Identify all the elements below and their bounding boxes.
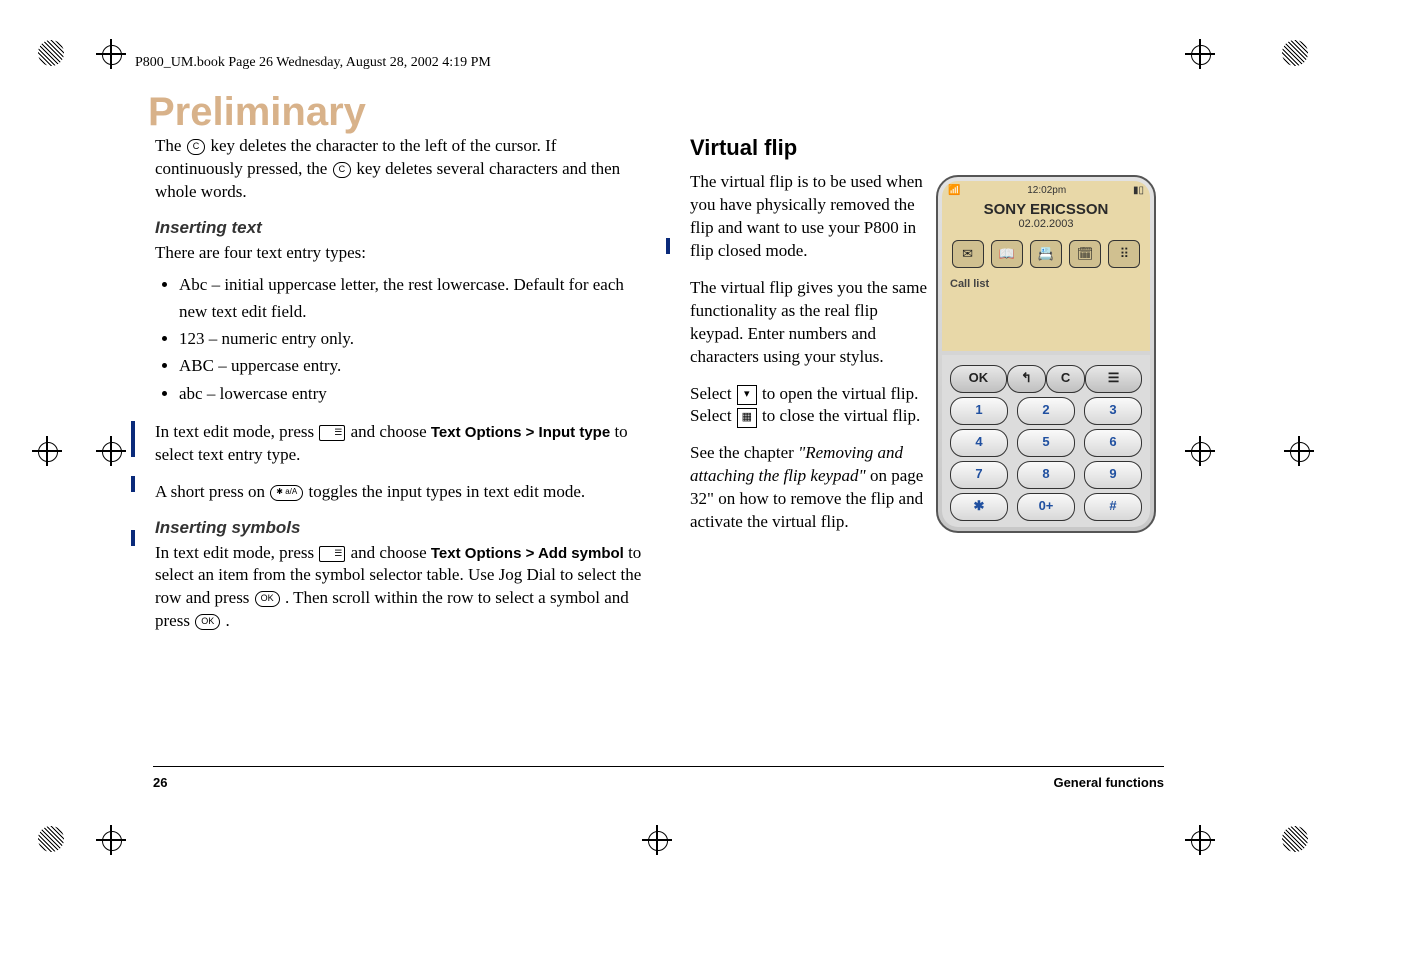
symbols-paragraph: In text edit mode, press ☰ and choose Te… — [155, 542, 645, 634]
apps-icon: ⠿ — [1108, 240, 1140, 268]
list-item: 123 – numeric entry only. — [179, 325, 645, 352]
reg-cross — [96, 436, 126, 466]
text: A short press on — [155, 482, 269, 501]
text: and choose — [351, 422, 431, 441]
calendar-icon: 🗓 — [1069, 240, 1101, 268]
menu-key: ☰ — [1085, 365, 1142, 393]
text: to close the virtual flip. — [762, 406, 920, 425]
reg-cross — [642, 825, 672, 855]
inserting-text-heading: Inserting text — [155, 218, 645, 238]
key-hash: # — [1084, 493, 1142, 521]
menu-key-icon: ☰ — [319, 425, 345, 441]
text: The — [155, 136, 186, 155]
c-key-icon: C — [187, 139, 206, 155]
date-text: 02.02.2003 — [942, 218, 1150, 230]
key-7: 7 — [950, 461, 1008, 489]
key-1: 1 — [950, 397, 1008, 425]
inserting-symbols-heading: Inserting symbols — [155, 518, 645, 538]
virtual-keypad: OK ↰ C ☰ 1 2 3 4 5 6 7 8 9 — [942, 355, 1150, 527]
change-bar — [666, 238, 670, 254]
star-key-icon: ✱ a/A — [270, 485, 303, 501]
menu-path: Text Options > Add symbol — [431, 545, 624, 562]
reg-mark — [38, 826, 64, 852]
page-footer: 26 General functions — [153, 766, 1164, 790]
reg-mark — [38, 40, 64, 66]
reg-cross — [1185, 825, 1215, 855]
inserting-text-intro: There are four text entry types: — [155, 242, 645, 265]
c-key: C — [1046, 365, 1085, 393]
text: and choose — [351, 543, 431, 562]
text: In text edit mode, press — [155, 422, 318, 441]
clock-text: 12:02pm — [1027, 185, 1066, 196]
phone-illustration: 📶 12:02pm ▮▯ SONY ERICSSON 02.02.2003 ✉ … — [936, 175, 1156, 533]
page-number: 26 — [153, 775, 167, 790]
reg-cross — [1284, 436, 1314, 466]
list-item: ABC – uppercase entry. — [179, 352, 645, 379]
change-bar — [131, 530, 135, 546]
back-key: ↰ — [1007, 365, 1046, 393]
menu-path: Text Options > Input type — [431, 424, 610, 441]
mail-icon: ✉ — [952, 240, 984, 268]
reg-cross — [1185, 436, 1215, 466]
list-item: Abc – initial uppercase letter, the rest… — [179, 271, 645, 325]
text: Select — [690, 384, 736, 403]
key-6: 6 — [1084, 429, 1142, 457]
reg-mark — [1282, 826, 1308, 852]
text: In text edit mode, press — [155, 543, 318, 562]
key-9: 9 — [1084, 461, 1142, 489]
key-2: 2 — [1017, 397, 1075, 425]
preliminary-watermark: Preliminary — [148, 90, 366, 135]
key-3: 3 — [1084, 397, 1142, 425]
key-0: 0+ — [1017, 493, 1075, 521]
entry-types-list: Abc – initial uppercase letter, the rest… — [155, 271, 645, 407]
signal-icon: 📶 — [948, 185, 960, 196]
reg-cross — [1185, 39, 1215, 69]
key-5: 5 — [1017, 429, 1075, 457]
key-4: 4 — [950, 429, 1008, 457]
list-item: abc – lowercase entry — [179, 380, 645, 407]
battery-icon: ▮▯ — [1133, 185, 1144, 196]
virtual-flip-p3: Select ▾ to open the virtual flip. Selec… — [690, 383, 935, 429]
contacts-icon: 📇 — [1030, 240, 1062, 268]
change-bar — [131, 421, 135, 457]
app-icon-row: ✉ 📖 📇 🗓 ⠿ — [942, 240, 1150, 268]
ok-key: OK — [950, 365, 1007, 393]
virtual-flip-p1: The virtual flip is to be used when you … — [690, 171, 935, 263]
status-bar: 📶 12:02pm ▮▯ — [942, 181, 1150, 199]
call-list-label: Call list — [950, 278, 1150, 290]
reg-cross — [32, 436, 62, 466]
text: . — [225, 611, 229, 630]
virtual-flip-p2: The virtual flip gives you the same func… — [690, 277, 935, 369]
reg-cross — [96, 825, 126, 855]
key-8: 8 — [1017, 461, 1075, 489]
ok-key-icon: OK — [255, 591, 280, 607]
brand-text: SONY ERICSSON — [942, 201, 1150, 218]
text: toggles the input types in text edit mod… — [308, 482, 585, 501]
text-edit-paragraph: In text edit mode, press ☰ and choose Te… — [155, 421, 645, 467]
book-icon: 📖 — [991, 240, 1023, 268]
intro-paragraph: The C key deletes the character to the l… — [155, 135, 645, 204]
open-flip-icon: ▾ — [737, 385, 757, 405]
c-key-icon: C — [333, 162, 352, 178]
chapter-name: General functions — [1053, 775, 1164, 790]
virtual-flip-p4: See the chapter "Removing and attaching … — [690, 442, 935, 534]
phone-screen: 📶 12:02pm ▮▯ SONY ERICSSON 02.02.2003 ✉ … — [942, 181, 1150, 351]
text: See the chapter — [690, 443, 798, 462]
change-bar — [131, 476, 135, 492]
ok-key-icon: OK — [195, 614, 220, 630]
key-star: ✱ — [950, 493, 1008, 521]
reg-mark — [1282, 40, 1308, 66]
virtual-flip-heading: Virtual flip — [690, 135, 1170, 161]
reg-cross — [96, 39, 126, 69]
short-press-paragraph: A short press on ✱ a/A toggles the input… — [155, 481, 645, 504]
menu-key-icon: ☰ — [319, 546, 345, 562]
page-header: P800_UM.book Page 26 Wednesday, August 2… — [135, 55, 491, 71]
close-flip-icon: ▦ — [737, 408, 757, 428]
